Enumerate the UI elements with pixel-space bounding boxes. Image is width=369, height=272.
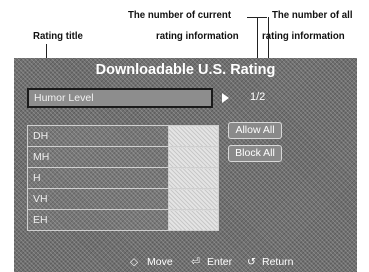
rating-label: DH	[27, 125, 169, 147]
rating-lock-cell[interactable]	[167, 146, 220, 168]
footer-hints: ◇ Move ⏎ Enter ↺ Return	[14, 254, 357, 272]
enter-icon: ⏎	[191, 256, 200, 268]
rating-lock-cell[interactable]	[167, 209, 220, 231]
block-all-button[interactable]: Block All	[228, 145, 282, 162]
table-row[interactable]: EH	[27, 209, 220, 231]
allow-all-button[interactable]: Allow All	[228, 122, 282, 139]
enter-hint: Enter	[207, 256, 233, 268]
rating-title-field[interactable]: Humor Level	[27, 88, 213, 108]
callout-current-count-line2: rating information	[156, 30, 239, 42]
right-arrow-icon[interactable]	[222, 93, 229, 103]
move-icon: ◇	[130, 256, 139, 268]
rating-label: MH	[27, 146, 169, 168]
rating-lock-cell[interactable]	[167, 125, 220, 147]
rating-lock-cell[interactable]	[167, 167, 220, 189]
callout-all-count-line2: rating information	[262, 30, 345, 42]
rating-page-count: 1/2	[250, 91, 266, 103]
return-hint: Return	[262, 256, 294, 268]
callout-rating-title: Rating title	[33, 30, 83, 42]
rating-table: DH MH H VH EH	[27, 125, 220, 231]
table-row[interactable]: DH	[27, 125, 220, 147]
callout-all-count-line1: The number of all	[272, 9, 353, 21]
return-icon: ↺	[247, 256, 256, 268]
screen-title: Downloadable U.S. Rating	[95, 62, 276, 78]
rating-screen: Downloadable U.S. Rating Humor Level 1/2…	[14, 58, 357, 272]
rating-label: H	[27, 167, 169, 189]
callout-current-count-line1: The number of current	[128, 9, 232, 21]
table-row[interactable]: H	[27, 167, 220, 189]
rating-label: EH	[27, 209, 169, 231]
table-row[interactable]: MH	[27, 146, 220, 168]
rating-lock-cell[interactable]	[167, 188, 220, 210]
rating-label: VH	[27, 188, 169, 210]
table-row[interactable]: VH	[27, 188, 220, 210]
move-hint: Move	[147, 256, 173, 268]
